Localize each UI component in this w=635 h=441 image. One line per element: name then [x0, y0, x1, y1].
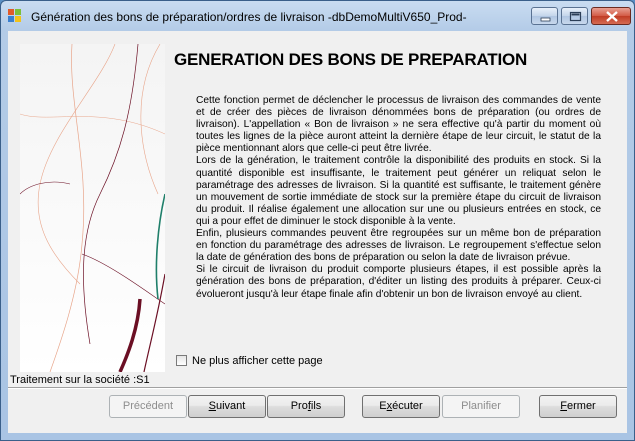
description-paragraph: Cette fonction permet de déclencher le p… — [196, 95, 601, 155]
decorative-curves-image — [20, 44, 165, 372]
schedule-button-label: Planifier — [461, 400, 501, 412]
minimize-icon — [540, 17, 551, 22]
app-icon — [8, 9, 21, 22]
decorative-art-panel — [20, 44, 165, 372]
previous-button[interactable]: Précédent — [109, 395, 187, 418]
page-title: GENERATION DES BONS DE PREPARATION — [174, 50, 528, 69]
company-status-text: Traitement sur la société :S1 — [10, 374, 150, 386]
profiles-button-label-rest: ils — [310, 400, 322, 412]
description-paragraph: Lors de la génération, le traitement con… — [196, 155, 601, 227]
dialog-window: Génération des bons de préparation/ordre… — [0, 0, 635, 441]
profiles-button[interactable]: Profils — [267, 395, 345, 418]
close-icon — [606, 11, 618, 22]
next-button-mnemonic: S — [208, 400, 216, 412]
dialog-client-area: GENERATION DES BONS DE PREPARATION Cette… — [8, 31, 627, 433]
close-button-label-rest: ermer — [567, 400, 596, 412]
title-bar[interactable]: Génération des bons de préparation/ordre… — [1, 1, 634, 31]
execute-button-label-rest: écuter — [392, 400, 423, 412]
hide-page-checkbox[interactable] — [176, 355, 187, 366]
description-paragraph: Si le circuit de livraison du produit co… — [196, 264, 601, 300]
close-button-mnemonic: F — [560, 400, 567, 412]
execute-button-label: E — [379, 400, 387, 412]
previous-button-label: Précédent — [122, 400, 174, 412]
window-title: Génération des bons de préparation/ordre… — [31, 10, 467, 24]
close-button[interactable]: Fermer — [539, 395, 617, 418]
profiles-button-label: Pro — [290, 400, 308, 412]
next-button-label-rest: uivant — [215, 400, 246, 412]
minimize-button[interactable] — [531, 7, 558, 25]
hide-page-checkbox-label[interactable]: Ne plus afficher cette page — [192, 355, 323, 367]
maximize-icon — [569, 11, 582, 22]
next-button[interactable]: Suivant — [188, 395, 266, 418]
maximize-button[interactable] — [561, 7, 588, 25]
schedule-button[interactable]: Planifier — [442, 395, 520, 418]
description-text: Cette fonction permet de déclencher le p… — [196, 95, 601, 301]
execute-button[interactable]: Exécuter — [362, 395, 440, 418]
separator-line — [8, 387, 627, 389]
close-window-button[interactable] — [591, 7, 631, 25]
description-paragraph: Enfin, plusieurs commandes peuvent être … — [196, 228, 601, 264]
